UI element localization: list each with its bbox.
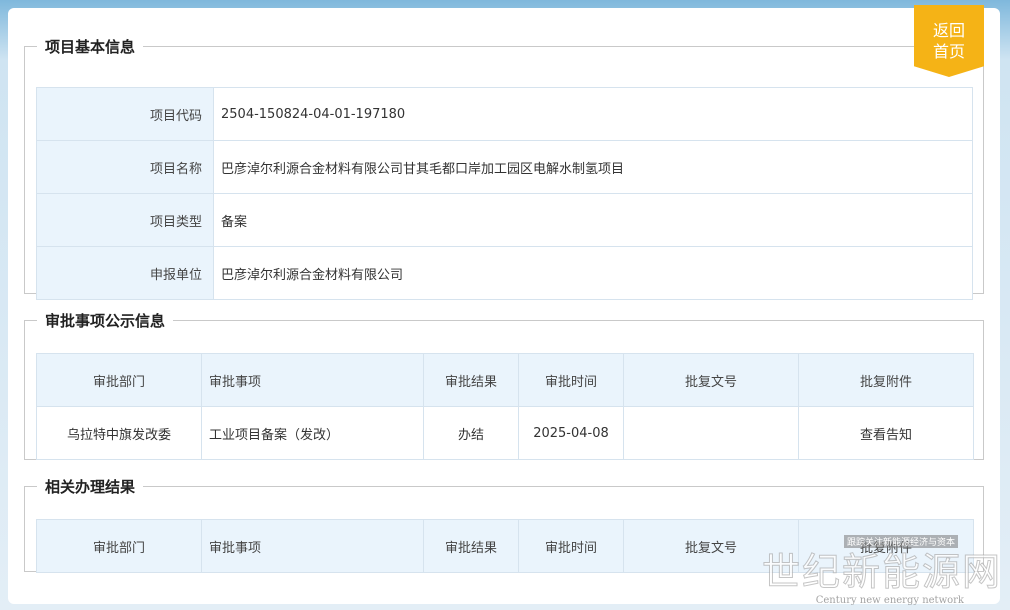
col-header-dept: 审批部门	[36, 353, 202, 407]
project-type-label: 项目类型	[36, 193, 214, 247]
watermark-english-text: Century new energy network	[815, 595, 964, 606]
related-results-title: 相关办理结果	[45, 478, 136, 496]
basic-info-title: 项目基本信息	[45, 38, 136, 56]
cell-dept: 乌拉特中旗发改委	[36, 406, 202, 460]
return-home-button[interactable]: 返回 首页	[914, 5, 984, 77]
view-notice-link[interactable]: 查看告知	[860, 428, 912, 443]
col-header-item: 审批事项	[201, 353, 424, 407]
col-header-item: 审批事项	[201, 519, 424, 573]
approval-section: 审批事项公示信息 审批部门 审批事项 审批结果 审批时间 批复文号 批复附件 乌…	[24, 310, 984, 460]
project-name-label: 项目名称	[36, 140, 214, 194]
project-name-value: 巴彦淖尔利源合金材料有限公司甘其毛都口岸加工园区电解水制氢项目	[213, 140, 973, 194]
basic-info-section: 项目基本信息 项目代码 2504-150824-04-01-197180 项目名…	[24, 36, 984, 300]
approval-title: 审批事项公示信息	[45, 312, 166, 330]
col-header-dept: 审批部门	[36, 519, 202, 573]
table-row: 申报单位 巴彦淖尔利源合金材料有限公司	[36, 246, 973, 300]
project-type-value: 备案	[213, 193, 973, 247]
project-code-label: 项目代码	[36, 87, 214, 141]
col-header-doc-no: 批复文号	[623, 353, 799, 407]
table-row: 乌拉特中旗发改委 工业项目备案（发改） 办结 2025-04-08 查看告知	[36, 406, 974, 460]
table-header-row: 审批部门 审批事项 审批结果 审批时间 批复文号 批复附件	[36, 353, 974, 407]
col-header-date: 审批时间	[518, 519, 624, 573]
cell-result: 办结	[423, 406, 519, 460]
col-header-result: 审批结果	[423, 519, 519, 573]
approval-table: 审批部门 审批事项 审批结果 审批时间 批复文号 批复附件 乌拉特中旗发改委 工…	[36, 353, 974, 460]
cell-date: 2025-04-08	[518, 406, 624, 460]
col-header-result: 审批结果	[423, 353, 519, 407]
table-row: 项目类型 备案	[36, 193, 973, 247]
main-panel: 项目基本信息 项目代码 2504-150824-04-01-197180 项目名…	[8, 8, 1000, 604]
applicant-label: 申报单位	[36, 246, 214, 300]
col-header-attachment: 批复附件	[798, 353, 974, 407]
cell-doc-no	[623, 406, 799, 460]
table-row: 项目代码 2504-150824-04-01-197180	[36, 87, 973, 141]
project-code-value: 2504-150824-04-01-197180	[213, 87, 973, 141]
return-home-line2: 首页	[932, 42, 965, 61]
applicant-value: 巴彦淖尔利源合金材料有限公司	[213, 246, 973, 300]
col-header-date: 审批时间	[518, 353, 624, 407]
watermark-logo-text: 世纪新能源网	[761, 550, 1002, 595]
cell-attachment: 查看告知	[798, 406, 974, 460]
table-row: 项目名称 巴彦淖尔利源合金材料有限公司甘其毛都口岸加工园区电解水制氢项目	[36, 140, 973, 194]
basic-info-table: 项目代码 2504-150824-04-01-197180 项目名称 巴彦淖尔利…	[36, 87, 973, 300]
return-home-line1: 返回	[932, 21, 965, 40]
cell-item: 工业项目备案（发改）	[201, 406, 424, 460]
